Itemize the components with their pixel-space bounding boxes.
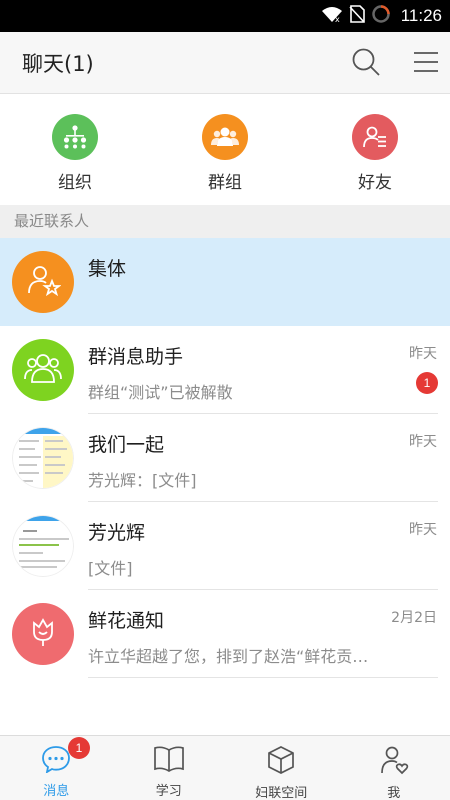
chat-time: 2月2日: [391, 610, 437, 626]
chat-last-message: 群组“测试”已被解散: [88, 383, 233, 402]
nav-label: 妇联空间: [255, 786, 308, 800]
chat-name: 我们一起: [88, 434, 165, 456]
divider: [88, 677, 438, 678]
status-icons: x 11:26: [321, 0, 442, 32]
nav-unread-badge: 1: [68, 737, 90, 759]
group-screenshot-thumbnail: [12, 427, 74, 489]
category-organization[interactable]: 组织: [0, 95, 150, 205]
nav-learning[interactable]: 学习: [113, 736, 226, 800]
nav-label: 消息: [43, 784, 70, 799]
user-star-icon: [25, 262, 62, 302]
chat-row-group-assistant[interactable]: 群消息助手 群组“测试”已被解散 昨天 1: [0, 326, 450, 414]
chat-time: 昨天: [409, 522, 437, 538]
chat-row-fang-guanghui[interactable]: 芳光辉 [文件] 昨天: [0, 502, 450, 590]
chat-last-message: [文件]: [88, 559, 133, 578]
category-label: 群组: [208, 173, 242, 193]
status-time: 11:26: [400, 6, 442, 25]
nav-women-space[interactable]: 妇联空间: [225, 736, 338, 800]
group-outline-icon: [24, 352, 62, 388]
avatar: [12, 339, 74, 401]
chat-name: 群消息助手: [88, 346, 184, 368]
nav-me[interactable]: 我: [338, 736, 450, 800]
category-label: 好友: [358, 173, 392, 193]
avatar: [12, 427, 74, 489]
book-icon: [153, 745, 185, 777]
category-friends[interactable]: 好友: [300, 95, 450, 205]
app-header: 聊天(1): [0, 32, 450, 94]
unread-badge: 1: [416, 372, 438, 394]
chat-time: 昨天: [409, 434, 437, 450]
org-chart-icon: [52, 114, 98, 160]
category-row: 组织 群组 好友: [0, 95, 450, 205]
cube-icon: [266, 745, 296, 779]
flower-icon: [26, 615, 60, 653]
menu-button[interactable]: [406, 44, 446, 84]
chat-list: 集体 群消息助手 群组“测试”已被解散 昨天 1 我们一起 芳光辉：[文件] 昨…: [0, 238, 450, 678]
battery-loading-icon: [371, 4, 391, 28]
chat-last-message: 芳光辉：[文件]: [88, 471, 197, 490]
friend-icon: [352, 114, 398, 160]
avatar: [12, 603, 74, 665]
recent-contacts-header: 最近联系人: [0, 205, 450, 238]
chat-bubble-icon: [41, 745, 71, 777]
nav-label: 我: [387, 786, 401, 800]
status-bar: x 11:26: [0, 0, 450, 32]
svg-text:x: x: [335, 15, 340, 23]
chat-row-collective[interactable]: 集体: [0, 238, 450, 326]
wifi-icon: x: [321, 5, 343, 27]
nav-label: 学习: [155, 784, 182, 799]
chat-row-together[interactable]: 我们一起 芳光辉：[文件] 昨天: [0, 414, 450, 502]
bottom-nav: 消息 1 学习 妇联空间 我: [0, 735, 450, 800]
avatar: [12, 515, 74, 577]
chat-last-message: 许立华超越了您，排到了赵浩“鲜花贡…: [88, 647, 369, 666]
search-icon: [351, 47, 381, 81]
chat-row-flower-notice[interactable]: 鲜花通知 许立华超越了您，排到了赵浩“鲜花贡… 2月2日: [0, 590, 450, 678]
search-button[interactable]: [346, 44, 386, 84]
chat-name: 集体: [88, 258, 127, 280]
chat-name: 芳光辉: [88, 522, 146, 544]
chat-time: 昨天: [409, 346, 437, 362]
user-screenshot-thumbnail: [12, 515, 74, 577]
menu-icon: [412, 50, 440, 78]
category-label: 组织: [58, 173, 92, 193]
page-title: 聊天(1): [22, 52, 94, 76]
category-groups[interactable]: 群组: [150, 95, 300, 205]
avatar: [12, 251, 74, 313]
user-heart-icon: [379, 745, 409, 779]
chat-name: 鲜花通知: [88, 610, 165, 632]
group-icon: [202, 114, 248, 160]
nav-messages[interactable]: 消息 1: [0, 736, 113, 800]
no-sim-icon: [349, 5, 365, 27]
